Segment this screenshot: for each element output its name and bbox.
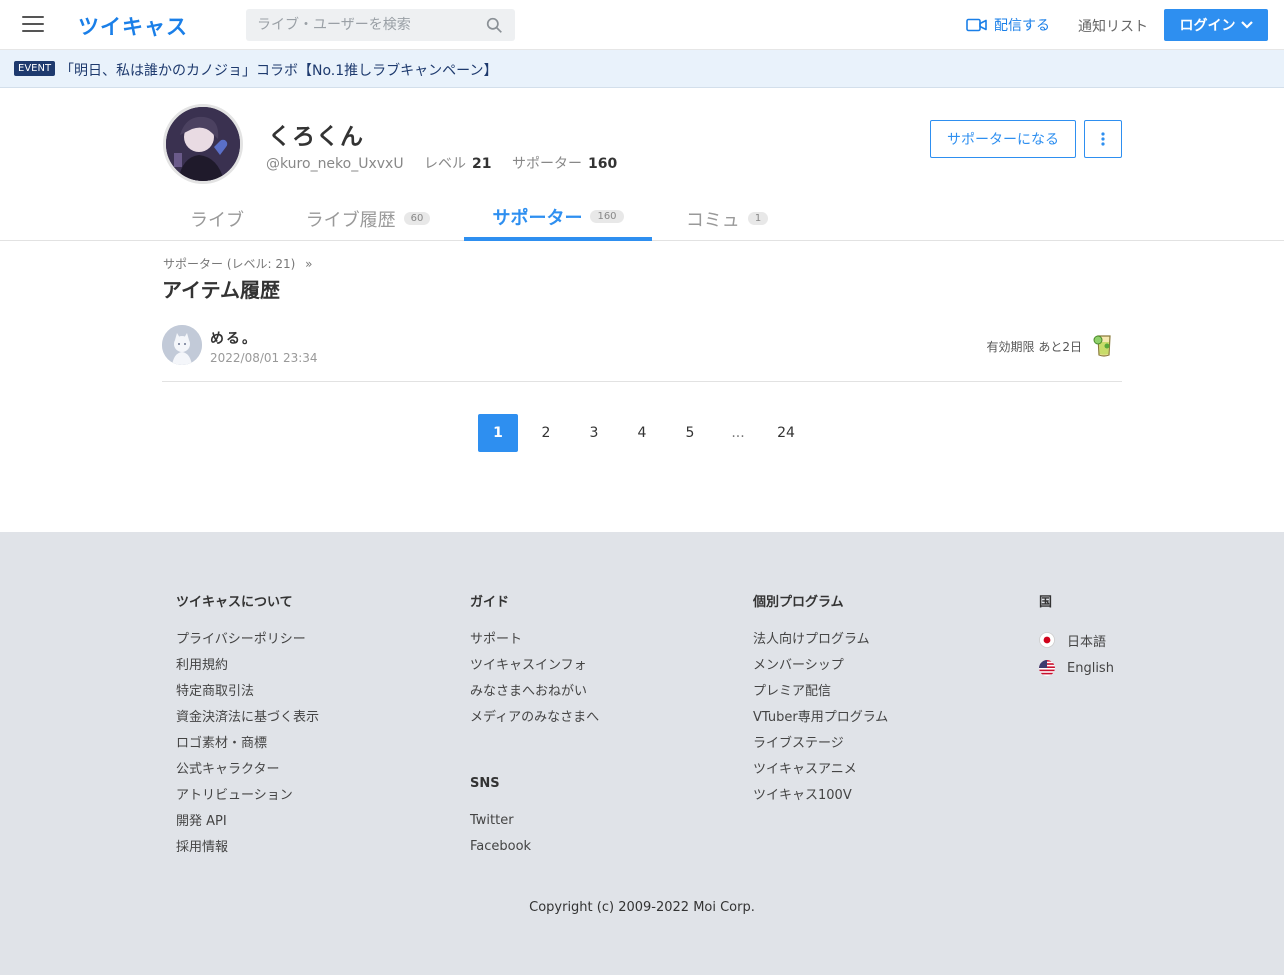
tab-count: 1 xyxy=(747,212,769,225)
login-label: ログイン xyxy=(1179,18,1236,34)
tab-count: 160 xyxy=(590,210,624,223)
supporter-count: 160 xyxy=(587,156,618,172)
search-box xyxy=(246,9,515,41)
facebook-link[interactable]: Facebook xyxy=(470,839,531,854)
footer-column-guide: ガイド サポート ツイキャスインフォ みなさまへおねがい メディアのみなさまへ … xyxy=(470,591,599,865)
footer-link[interactable]: 開発 API xyxy=(176,814,227,829)
footer-column-country: 国 日本語 English xyxy=(1039,591,1114,682)
language-english[interactable]: English xyxy=(1039,654,1114,682)
page-link[interactable]: 2 xyxy=(526,414,566,452)
breadcrumb-link[interactable]: サポーター (レベル: 21) xyxy=(163,257,295,271)
tab-label: サポーター xyxy=(492,207,583,229)
us-flag-icon xyxy=(1039,660,1055,676)
footer-link[interactable]: プライバシーポリシー xyxy=(176,632,306,647)
profile-avatar[interactable] xyxy=(163,104,243,184)
search-input[interactable] xyxy=(246,9,466,41)
profile-handle: @kuro_neko_UxvxU xyxy=(266,156,404,172)
user-avatar[interactable] xyxy=(162,325,202,365)
footer-link[interactable]: 特定商取引法 xyxy=(176,684,254,699)
item-user-name[interactable]: める。 xyxy=(210,328,258,348)
footer-link[interactable]: プレミア配信 xyxy=(753,684,831,699)
tab-live-history[interactable]: ライブ履歴 60 xyxy=(292,196,444,241)
tab-label: ライブ履歴 xyxy=(305,209,396,231)
tab-label: ライブ xyxy=(190,209,244,231)
page-link[interactable]: 3 xyxy=(574,414,614,452)
list-item: める。 2022/08/01 23:34 有効期限 あと2日 xyxy=(162,322,1122,382)
footer-link[interactable]: メンバーシップ xyxy=(753,658,844,673)
footer-heading: 個別プログラム xyxy=(753,595,844,610)
copyright: Copyright (c) 2009-2022 Moi Corp. xyxy=(529,900,755,915)
footer-link[interactable]: ツイキャスアニメ xyxy=(753,762,857,777)
footer-link[interactable]: 利用規約 xyxy=(176,658,228,673)
avatar-image xyxy=(162,325,202,365)
page-link[interactable]: 4 xyxy=(622,414,662,452)
tab-label: コミュ xyxy=(685,209,740,231)
item-date: 2022/08/01 23:34 xyxy=(210,351,318,365)
login-button[interactable]: ログイン xyxy=(1164,9,1268,41)
page-link[interactable]: 5 xyxy=(670,414,710,452)
breadcrumb-separator: » xyxy=(305,257,313,271)
site-footer: ツイキャスについて プライバシーポリシー 利用規約 特定商取引法 資金決済法に基… xyxy=(0,532,1284,975)
search-icon[interactable] xyxy=(486,17,503,34)
footer-link[interactable]: みなさまへおねがい xyxy=(470,684,587,699)
level-value: 21 xyxy=(472,156,492,172)
footer-link[interactable]: ライブステージ xyxy=(753,736,844,751)
event-badge: EVENT xyxy=(14,61,56,76)
page-title: アイテム履歴 xyxy=(162,278,280,302)
page-link[interactable]: 24 xyxy=(766,414,806,452)
twitter-link[interactable]: Twitter xyxy=(470,813,514,828)
footer-link[interactable]: 採用情報 xyxy=(176,840,228,855)
avatar-image xyxy=(166,107,240,181)
footer-column-about: ツイキャスについて プライバシーポリシー 利用規約 特定商取引法 資金決済法に基… xyxy=(176,591,319,866)
footer-link[interactable]: アトリビューション xyxy=(176,788,293,803)
footer-link[interactable]: ロゴ素材・商標 xyxy=(176,736,267,751)
tab-community[interactable]: コミュ 1 xyxy=(672,196,782,241)
video-camera-icon xyxy=(966,18,987,32)
site-logo[interactable]: ツイキャス xyxy=(78,11,188,41)
page-ellipsis: ... xyxy=(731,425,745,441)
tab-supporter[interactable]: サポーター 160 xyxy=(464,196,652,241)
footer-heading: 国 xyxy=(1039,595,1053,610)
footer-heading-sns: SNS xyxy=(470,776,500,791)
supporter-label: サポーター xyxy=(511,156,582,172)
footer-link[interactable]: 公式キャラクター xyxy=(176,762,279,777)
footer-link[interactable]: ツイキャスインフォ xyxy=(470,658,587,673)
language-label: 日本語 xyxy=(1067,634,1107,650)
notification-list-link[interactable]: 通知リスト xyxy=(1078,16,1148,36)
event-link[interactable]: 「明日、私は誰かのカノジョ」コラボ【No.1推しラブキャンペーン】 xyxy=(60,60,497,80)
footer-link[interactable]: サポート xyxy=(470,632,522,647)
language-label: English xyxy=(1067,660,1114,676)
broadcast-button[interactable]: 配信する xyxy=(966,15,1050,35)
more-options-button[interactable] xyxy=(1084,120,1122,158)
footer-link[interactable]: VTuber専用プログラム xyxy=(753,710,888,725)
tab-live[interactable]: ライブ xyxy=(176,196,258,241)
japan-flag-icon xyxy=(1039,632,1055,648)
chevron-down-icon xyxy=(1240,21,1253,29)
level-label: レベル xyxy=(424,156,467,172)
profile-meta: @kuro_neko_UxvxU レベル 21 サポーター 160 xyxy=(266,153,617,173)
footer-link[interactable]: ツイキャス100V xyxy=(753,788,852,803)
tab-count: 60 xyxy=(403,212,431,225)
language-japanese[interactable]: 日本語 xyxy=(1039,626,1114,654)
footer-heading: ツイキャスについて xyxy=(176,595,293,610)
page-link[interactable]: 1 xyxy=(478,414,518,452)
event-banner: EVENT 「明日、私は誰かのカノジョ」コラボ【No.1推しラブキャンペーン】 xyxy=(0,50,1284,88)
item-expire: 有効期限 あと2日 xyxy=(986,340,1082,354)
menu-icon[interactable] xyxy=(22,16,44,34)
pagination: 1 2 3 4 5 ... 24 xyxy=(478,414,814,452)
footer-link[interactable]: メディアのみなさまへ xyxy=(470,710,599,725)
kebab-menu-icon xyxy=(1101,132,1105,146)
become-supporter-button[interactable]: サポーターになる xyxy=(930,120,1076,158)
breadcrumb: サポーター (レベル: 21) » xyxy=(163,255,312,272)
profile-tabs: ライブ ライブ履歴 60 サポーター 160 コミュ 1 xyxy=(0,196,1284,241)
drink-item-icon xyxy=(1093,335,1111,357)
footer-link[interactable]: 法人向けプログラム xyxy=(753,632,870,647)
footer-column-programs: 個別プログラム 法人向けプログラム メンバーシップ プレミア配信 VTuber専… xyxy=(753,591,888,814)
top-header: ツイキャス 配信する 通知リスト ログイン xyxy=(0,0,1284,50)
profile-name: くろくん xyxy=(268,124,364,150)
footer-heading: ガイド xyxy=(470,595,510,610)
footer-link[interactable]: 資金決済法に基づく表示 xyxy=(176,710,319,725)
broadcast-label: 配信する xyxy=(994,18,1050,34)
